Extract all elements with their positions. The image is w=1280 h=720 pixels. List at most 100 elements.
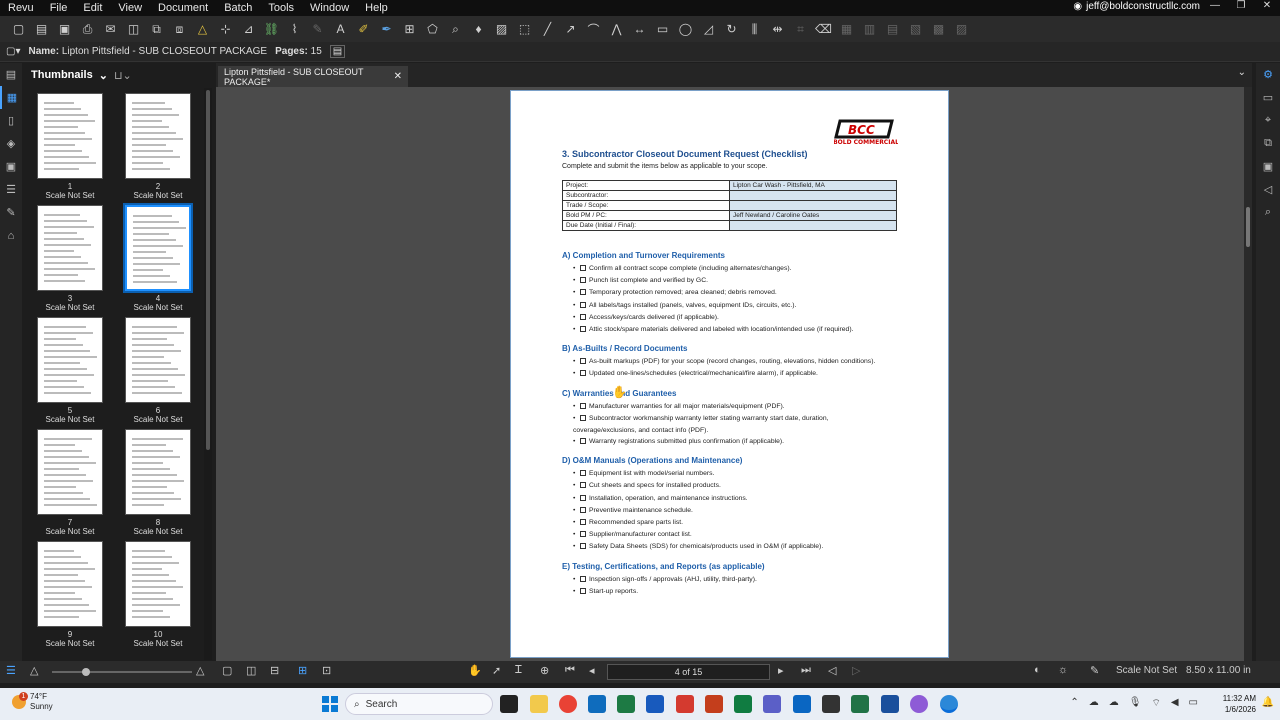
checkbox[interactable] [580, 265, 586, 271]
tags-icon[interactable]: ◁ [1256, 178, 1280, 201]
file-explorer-icon[interactable] [530, 695, 548, 713]
crop-icon[interactable]: ⌗ [792, 21, 809, 38]
checkbox[interactable] [580, 313, 586, 320]
zoom-slider[interactable] [52, 668, 192, 676]
overlay-icon[interactable]: ⧈ [171, 21, 188, 38]
text-box-icon[interactable]: A [332, 21, 349, 38]
fill-icon[interactable]: ♦ [470, 21, 487, 38]
erase-icon[interactable]: ⌫ [815, 21, 832, 38]
outlook-icon[interactable] [588, 695, 606, 713]
flatten-icon[interactable]: ⊿ [240, 21, 257, 38]
layers-panel-icon[interactable]: ◈ [0, 132, 22, 155]
app-icon-dark[interactable] [822, 695, 840, 713]
menu-file[interactable]: File [42, 2, 76, 14]
brightness-icon[interactable]: ☼ [1058, 664, 1068, 676]
link-icon[interactable]: ⛓ [263, 21, 280, 38]
file-access-icon[interactable]: ⧉ [1256, 132, 1280, 155]
arc-icon[interactable]: ⌒ [585, 21, 602, 38]
image-icon[interactable]: ▨ [493, 21, 510, 38]
compare-icon[interactable]: ⧉ [148, 21, 165, 38]
tool-c-icon[interactable]: ▤ [884, 21, 901, 38]
thumbnail-page-6[interactable] [125, 317, 191, 403]
menu-view[interactable]: View [110, 2, 150, 14]
checkbox[interactable] [580, 301, 586, 308]
checkbox[interactable] [580, 543, 586, 550]
info-value[interactable]: Lipton Car Wash - Pittsfield, MA [729, 180, 897, 191]
split-horizontal-icon[interactable]: ⊟ [270, 664, 279, 677]
single-page-icon[interactable]: ▢ [222, 664, 232, 677]
snapshot-icon[interactable]: ⬚ [516, 21, 533, 38]
polygon-icon[interactable]: ◿ [700, 21, 717, 38]
tool-f-icon[interactable]: ▨ [953, 21, 970, 38]
thumbnail-page-10[interactable] [125, 541, 191, 627]
bookmarks-panel-icon[interactable]: ▯ [0, 109, 22, 132]
minimize-button[interactable]: — [1202, 0, 1228, 11]
contrast-icon[interactable]: ◐ [1034, 664, 1041, 676]
checkbox[interactable] [580, 531, 586, 538]
first-page-icon[interactable]: ⏮ [565, 664, 575, 677]
taskbar-search[interactable]: ⌕ Search [345, 693, 493, 715]
shape-icon[interactable]: ⬠ [424, 21, 441, 38]
menu-tools[interactable]: Tools [260, 2, 302, 14]
wifi-icon[interactable]: ⌔ [1151, 697, 1160, 710]
document-canvas[interactable]: BCC BOLD COMMERCIAL 3. Subcontractor Clo… [216, 87, 1252, 661]
battery-icon[interactable]: ▭ [1189, 697, 1198, 710]
notifications-icon[interactable]: 🔔 [1262, 697, 1274, 708]
microphone-icon[interactable]: 🎙 [1129, 697, 1142, 710]
checkbox[interactable] [580, 438, 586, 444]
chevron-down-icon[interactable]: ⌄ [99, 69, 108, 82]
close-icon[interactable]: ✕ [394, 71, 402, 82]
split-vertical-icon[interactable]: ◫ [246, 664, 256, 677]
tool-e-icon[interactable]: ▩ [930, 21, 947, 38]
print-icon[interactable]: ⎙ [79, 21, 96, 38]
markup-icon[interactable]: △ [194, 21, 211, 38]
tab-document[interactable]: Lipton Pittsfield - SUB CLOSEOUT PACKAGE… [218, 66, 408, 87]
tool-chest-icon[interactable]: ▣ [0, 155, 22, 178]
rotate-icon[interactable]: ↻ [723, 21, 740, 38]
properties-panel-icon[interactable]: ▤ [0, 63, 22, 86]
settings-app-icon[interactable] [793, 695, 811, 713]
line-icon[interactable]: ╱ [539, 21, 556, 38]
measure-panel-icon[interactable]: ▭ [1256, 86, 1280, 109]
tool-a-icon[interactable]: ▦ [838, 21, 855, 38]
previous-page-icon[interactable]: ◂ [589, 664, 595, 677]
document-scrollbar[interactable] [1244, 87, 1252, 661]
menu-window[interactable]: Window [302, 2, 357, 14]
thumbnails-panel-icon[interactable]: ▦ [0, 86, 22, 109]
open-icon[interactable]: ▤ [33, 21, 50, 38]
arrow-icon[interactable]: ↗ [562, 21, 579, 38]
cloud-icon[interactable]: ☁ [1089, 697, 1099, 710]
excel-third-icon[interactable] [851, 695, 869, 713]
teams-icon[interactable] [763, 695, 781, 713]
volume-icon[interactable]: ◀ [1171, 697, 1179, 710]
checkbox[interactable] [580, 358, 586, 365]
checkbox[interactable] [580, 494, 586, 501]
thumbnail-page-3[interactable] [37, 205, 103, 291]
split-icon[interactable]: ◫ [125, 21, 142, 38]
last-page-icon[interactable]: ⏭ [801, 664, 811, 677]
close-window-button[interactable]: ✕ [1254, 0, 1280, 11]
pan-tool-icon[interactable]: ✋ [468, 664, 482, 677]
thumbnails-scrollbar[interactable] [204, 88, 212, 660]
checkbox[interactable] [580, 470, 586, 477]
sets-icon[interactable]: ▣ [1256, 155, 1280, 178]
checkbox[interactable] [580, 289, 586, 296]
select-icon[interactable]: ⊹ [217, 21, 234, 38]
info-value[interactable]: Jeff Newland / Caroline Oates [729, 210, 897, 221]
forward-icon[interactable]: ▷ [852, 664, 860, 677]
thumbnail-page-8[interactable] [125, 429, 191, 515]
windows-start-icon[interactable] [322, 696, 338, 712]
page-number-field[interactable]: 4 of 15 [607, 664, 770, 680]
ellipse-icon[interactable]: ◯ [677, 21, 694, 38]
thumbnail-page-2[interactable] [125, 93, 191, 179]
thumbnail-page-7[interactable] [37, 429, 103, 515]
tool-b-icon[interactable]: ▥ [861, 21, 878, 38]
info-value[interactable] [729, 190, 897, 201]
checkbox[interactable] [580, 575, 586, 582]
stamp-icon[interactable]: ⊞ [401, 21, 418, 38]
excel-icon[interactable] [617, 695, 635, 713]
onedrive-icon[interactable]: ☁ [1109, 697, 1119, 710]
thumbnail-page-9[interactable] [37, 541, 103, 627]
zoom-out-icon[interactable]: △ [30, 664, 38, 677]
thumbnail-page-1[interactable] [37, 93, 103, 179]
